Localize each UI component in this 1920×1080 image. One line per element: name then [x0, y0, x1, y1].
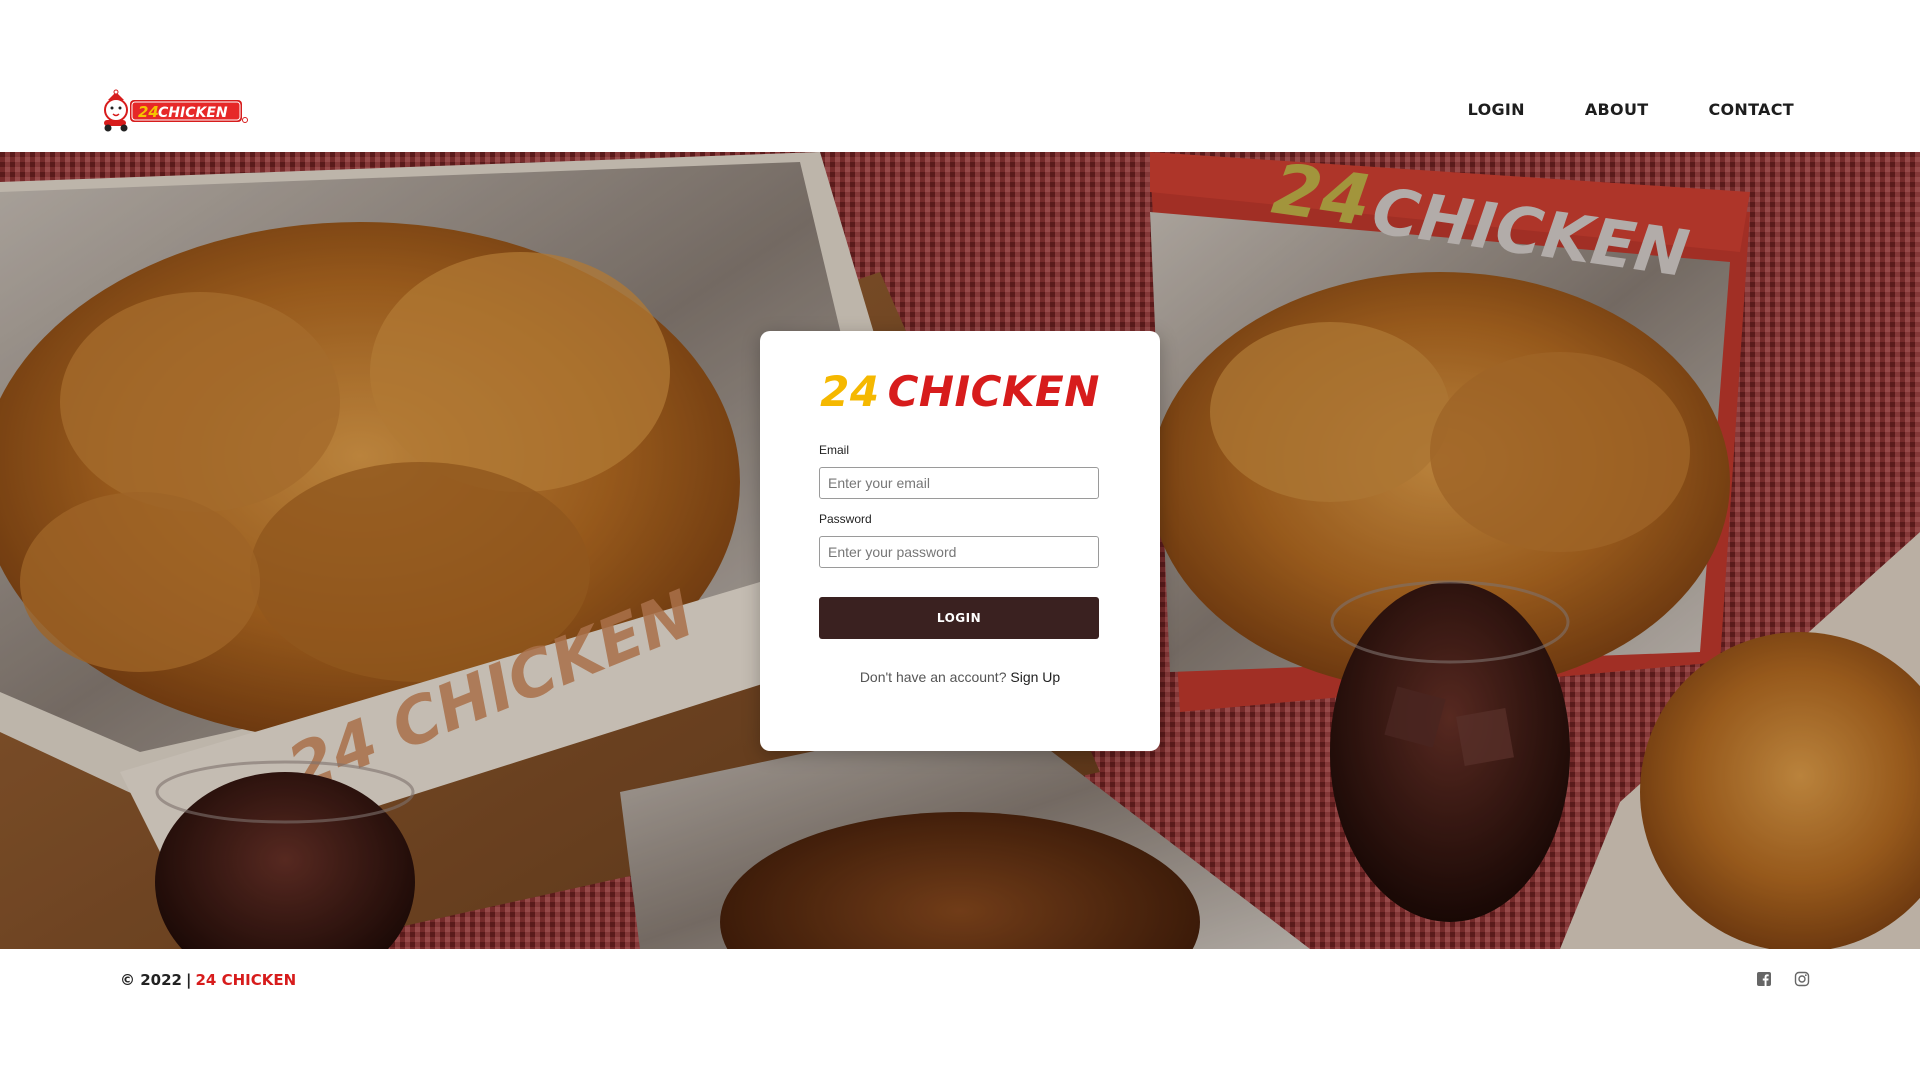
- nav-about-link[interactable]: ABOUT: [1585, 100, 1649, 119]
- login-card: 24CHICKEN Email Password LOGIN Don't hav…: [760, 331, 1160, 751]
- logo-word: CHICKEN: [158, 105, 228, 121]
- copyright-year: © 2022: [120, 971, 182, 989]
- site-footer: © 2022 | 24 CHICKEN: [0, 949, 1920, 1080]
- nav-login-link[interactable]: LOGIN: [1468, 100, 1525, 119]
- copyright-brand[interactable]: 24 CHICKEN: [195, 971, 296, 989]
- signup-prompt-text: Don't have an account?: [859, 669, 1007, 685]
- card-brand-logo: 24 CHICKEN: [760, 367, 1160, 416]
- main-nav: LOGIN ABOUT CONTACT: [1468, 100, 1794, 119]
- password-field[interactable]: [819, 536, 1099, 568]
- email-field[interactable]: [819, 467, 1099, 499]
- nav-contact-link[interactable]: CONTACT: [1708, 100, 1794, 119]
- password-label: Password: [819, 512, 872, 526]
- brand-number: 24: [820, 367, 880, 416]
- copyright-separator: |: [185, 971, 192, 989]
- login-submit-button[interactable]: LOGIN: [819, 597, 1099, 639]
- site-header: 24 CHICKEN LOGIN ABOUT CONTACT: [0, 0, 1920, 152]
- copyright-text: © 2022 | 24 CHICKEN: [120, 971, 296, 989]
- email-label: Email: [819, 443, 850, 457]
- brand-word: CHICKEN: [887, 367, 1100, 416]
- brand-logo[interactable]: 24 CHICKEN: [100, 86, 248, 134]
- signup-prompt-row: Don't have an account? Sign Up: [760, 669, 1160, 685]
- instagram-icon[interactable]: [1794, 971, 1810, 987]
- facebook-icon[interactable]: [1756, 971, 1772, 987]
- social-links: [1756, 971, 1810, 987]
- signup-link[interactable]: Sign Up: [1010, 669, 1060, 685]
- logo-number: 24: [138, 103, 159, 121]
